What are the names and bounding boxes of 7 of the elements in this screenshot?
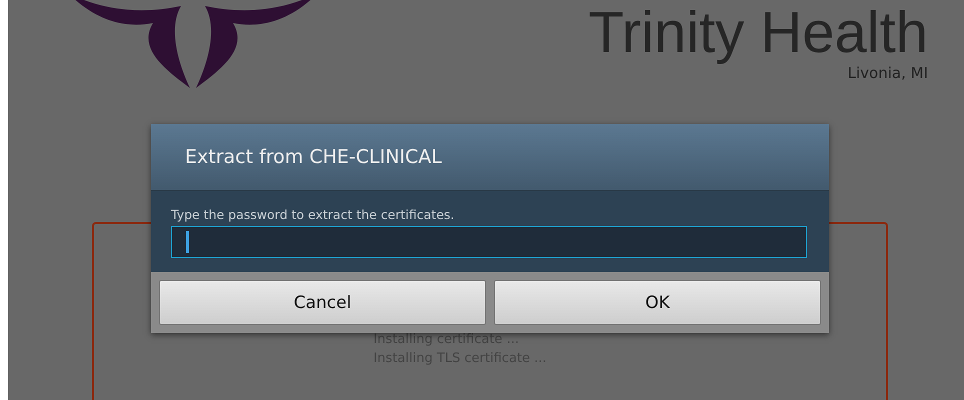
cancel-button[interactable]: Cancel xyxy=(159,280,486,325)
prompt-text: Type the password to extract the certificates. xyxy=(171,207,456,222)
location-text: Livonia, MI xyxy=(848,64,928,82)
password-field[interactable] xyxy=(171,226,807,258)
ok-button[interactable]: OK xyxy=(494,280,821,325)
brand-title: Trinity Health xyxy=(588,0,928,66)
dialog-title: Extract from CHE-CLINICAL xyxy=(185,146,442,168)
